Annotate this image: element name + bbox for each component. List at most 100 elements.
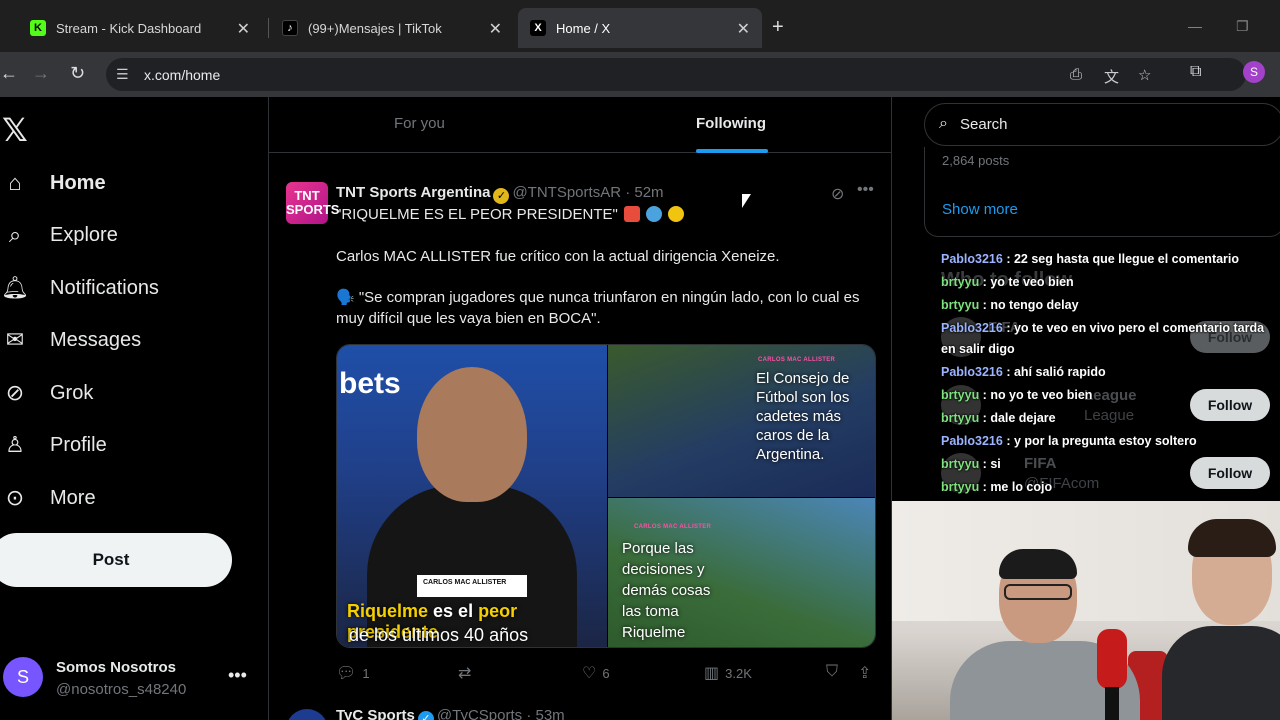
chat-message: Pablo3216 : ahí salió rapido <box>941 365 1106 379</box>
close-icon[interactable]: ✕ <box>489 19 502 39</box>
media-image-bottom-right[interactable]: CARLOS MAC ALLISTER Porque las decisione… <box>608 498 875 647</box>
sidebar-item-more[interactable]: ⊙ More <box>0 478 96 518</box>
mouse-cursor-icon <box>742 194 751 208</box>
url-text[interactable]: x.com/home <box>144 67 220 83</box>
tweet-author-name[interactable]: TyC Sports <box>336 707 415 720</box>
kick-icon: K <box>30 20 46 36</box>
address-bar[interactable]: ☰ x.com/home ⎙ 文 ☆ <box>106 58 1246 91</box>
chat-message: brtyyu : yo te veo bien <box>941 275 1074 289</box>
translate-icon[interactable]: 文 <box>1104 66 1119 87</box>
media-image-top-right[interactable]: CARLOS MAC ALLISTER El Consejo de Fútbol… <box>608 345 875 497</box>
post-button[interactable]: Post <box>0 533 232 587</box>
tab-title: Stream - Kick Dashboard <box>56 20 202 36</box>
site-info-icon[interactable]: ☰ <box>116 66 129 83</box>
bookmark-button[interactable]: ⛉ <box>826 663 844 681</box>
chat-message: en salir digo <box>941 342 1015 356</box>
media-tag: CARLOS MAC ALLISTER <box>758 357 836 363</box>
chat-message: Pablo3216 : y por la pregunta estoy solt… <box>941 434 1197 448</box>
trend-post-count: 2,864 posts <box>942 153 1010 168</box>
minimize-icon[interactable]: — <box>1188 18 1202 34</box>
quote-card: CARLOS MAC ALLISTER <box>417 575 527 597</box>
account-switcher[interactable]: S Somos Nosotros @nosotros_s48240 ••• <box>0 653 268 703</box>
browser-tab-bar: K Stream - Kick Dashboard ✕ ♪ (99+)Mensa… <box>0 0 1280 52</box>
sidebar-item-home[interactable]: ⌂ Home <box>0 163 105 203</box>
mail-icon: ✉ <box>5 327 25 352</box>
tweet-author-name[interactable]: TNT Sports Argentina <box>336 184 490 201</box>
bookmark-icon: ⛉ <box>826 663 839 680</box>
show-more-link[interactable]: Show more <box>942 201 1018 218</box>
tweet-text-line: 🗣️ "Se compran jugadores que nunca triun… <box>336 289 860 327</box>
more-circle-icon: ⊙ <box>5 485 25 510</box>
restore-icon[interactable]: ❐ <box>1236 18 1249 35</box>
extensions-icon[interactable]: ⧉ <box>1190 63 1201 81</box>
streamer-left-hair <box>999 549 1077 579</box>
yellow-circle-emoji-icon <box>668 206 685 222</box>
sidebar-item-explore[interactable]: ⌕ Explore <box>0 215 118 255</box>
sidebar-item-profile[interactable]: ♙ Profile <box>0 425 107 465</box>
more-dots-icon[interactable]: ••• <box>228 665 247 686</box>
tweet-timestamp[interactable]: · 53m <box>526 707 564 720</box>
browser-profile-avatar[interactable]: S <box>1243 61 1265 83</box>
like-button[interactable]: ♡ 6 <box>582 663 610 683</box>
repost-icon: ⇄ <box>458 665 472 682</box>
new-tab-icon[interactable]: + <box>772 16 784 39</box>
suggestion-handle: League <box>1084 407 1135 424</box>
follow-button[interactable]: Follow <box>1190 457 1270 489</box>
media-quote-text: El Consejo de Fútbol son los cadetes más… <box>756 370 850 463</box>
person-face <box>417 367 527 502</box>
avatar[interactable]: TNT SPORTS <box>286 182 339 224</box>
tab-for-you[interactable]: For you <box>394 115 445 132</box>
tiktok-icon: ♪ <box>282 20 298 36</box>
blue-circle-emoji-icon <box>646 206 663 222</box>
tweet-headline: "RIQUELME ES EL PEOR PRESIDENTE" <box>336 206 618 223</box>
chat-message: brtyyu : dale dejare <box>941 411 1056 425</box>
share-button[interactable]: ⇪ <box>858 663 877 683</box>
tweet-author-handle[interactable]: @TNTSportsAR <box>512 184 621 201</box>
reload-icon[interactable]: ↻ <box>70 63 85 84</box>
search-input[interactable]: ⌕ Search <box>924 103 1280 146</box>
sidebar-item-notifications[interactable]: 🔔︎ Notifications <box>0 268 159 308</box>
forward-icon[interactable]: → <box>32 63 50 84</box>
sponsor-text: bets <box>339 367 401 400</box>
views-button[interactable]: ▥ 3.2K <box>704 663 752 683</box>
browser-tab-tiktok[interactable]: ♪ (99+)Mensajes | TikTok ✕ <box>270 8 514 48</box>
chat-message: Pablo3216 : 22 seg hasta que llegue el c… <box>941 252 1240 266</box>
media-quote-text: Porque las decisiones y demás cosas las … <box>622 540 711 641</box>
chat-message: brtyyu : no yo te veo bien <box>941 388 1093 402</box>
tweet-author-handle[interactable]: @TyCSports <box>437 707 522 720</box>
heart-icon: ♡ <box>582 665 597 682</box>
grok-icon[interactable]: ⊘ <box>831 184 844 204</box>
tweet-text-line: Carlos MAC ALLISTER fue crítico con la a… <box>336 248 780 265</box>
sidebar-item-messages[interactable]: ✉ Messages <box>0 320 141 360</box>
browser-tab-kick[interactable]: K Stream - Kick Dashboard ✕ <box>18 8 262 48</box>
tweet-header: TNT Sports Argentina ✓ @TNTSportsAR · 52m <box>336 184 664 204</box>
grok-icon: ⊘ <box>5 380 25 405</box>
reply-button[interactable]: 💬︎ 1 <box>336 663 370 683</box>
main-feed: For you Following TNT SPORTS TNT Sports … <box>268 97 892 720</box>
streamer-left-glasses <box>1004 584 1072 600</box>
media-tag: CARLOS MAC ALLISTER <box>634 524 712 530</box>
left-sidebar: 𝕏 ⌂ Home ⌕ Explore 🔔︎ Notifications ✉ Me… <box>0 97 268 720</box>
sidebar-item-grok[interactable]: ⊘ Grok <box>0 373 94 413</box>
bookmark-star-icon[interactable]: ☆ <box>1138 66 1151 84</box>
chat-message: brtyyu : no tengo delay <box>941 298 1079 312</box>
x-logo-icon[interactable]: 𝕏 <box>2 111 28 149</box>
media-image-left[interactable]: bets CARLOS MAC ALLISTER Riquelme es el … <box>337 345 607 647</box>
tweet-media[interactable]: bets CARLOS MAC ALLISTER Riquelme es el … <box>336 344 876 648</box>
install-app-icon[interactable]: ⎙ <box>1070 66 1082 83</box>
tab-following[interactable]: Following <box>696 115 766 132</box>
chat-message: brtyyu : me lo cojo <box>941 480 1053 494</box>
chat-message: brtyyu : si <box>941 457 1001 471</box>
close-icon[interactable]: ✕ <box>237 19 250 39</box>
siren-emoji-icon <box>624 206 641 222</box>
repost-button[interactable]: ⇄ <box>458 663 477 683</box>
tweet-timestamp[interactable]: · 52m <box>625 184 663 201</box>
browser-tab-x[interactable]: X Home / X ✕ <box>518 8 762 48</box>
close-icon[interactable]: ✕ <box>737 19 750 39</box>
back-icon[interactable]: ← <box>0 63 18 84</box>
avatar[interactable] <box>286 709 328 720</box>
follow-button[interactable]: Follow <box>1190 389 1270 421</box>
more-dots-icon[interactable]: ••• <box>857 181 874 199</box>
person-icon: ♙ <box>5 432 25 457</box>
suggestion-name[interactable]: FIFA <box>1024 455 1057 472</box>
